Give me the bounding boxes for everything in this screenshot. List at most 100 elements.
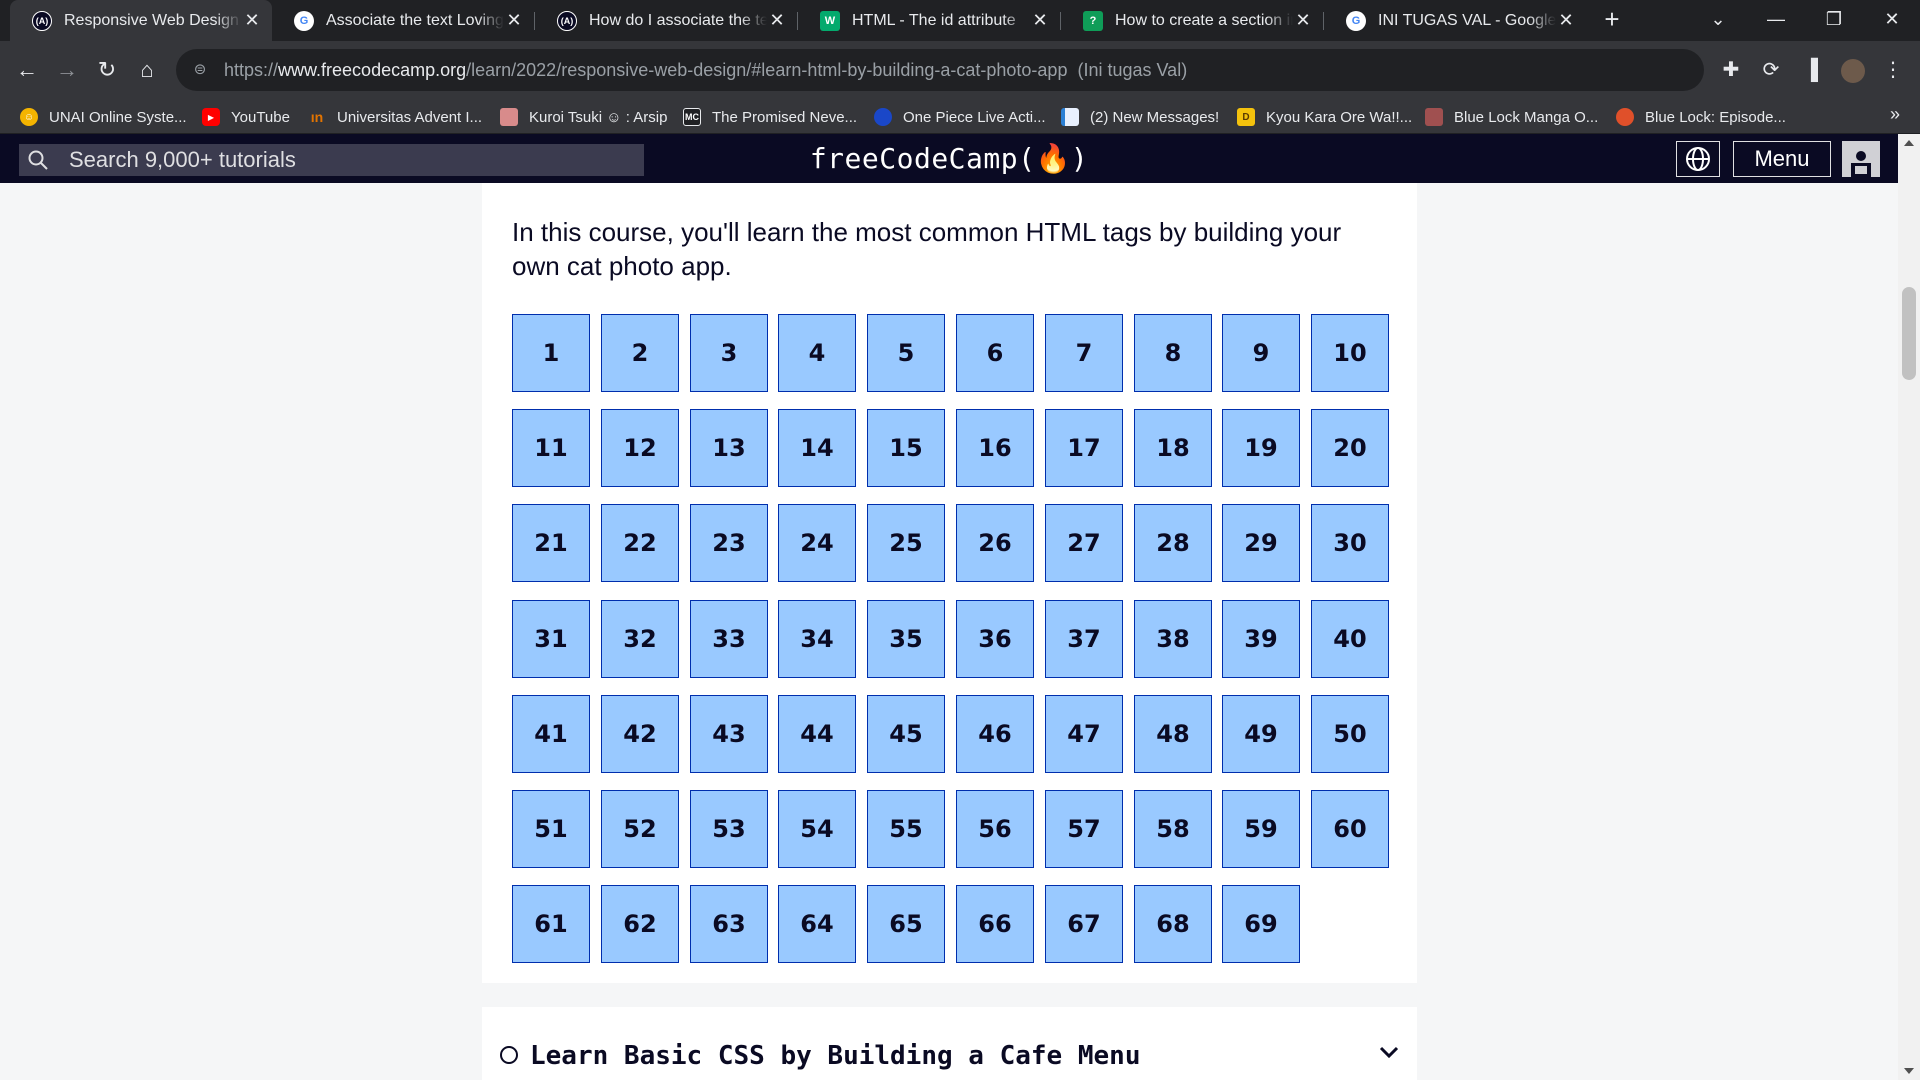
tab-google-search[interactable]: G INI TUGAS VAL - Google Search ✕ bbox=[1324, 0, 1586, 41]
close-icon[interactable]: ✕ bbox=[504, 10, 524, 31]
step-45-button[interactable]: 45 bbox=[867, 695, 945, 773]
step-29-button[interactable]: 29 bbox=[1222, 504, 1300, 582]
close-window-button[interactable]: ✕ bbox=[1864, 0, 1920, 41]
step-17-button[interactable]: 17 bbox=[1045, 409, 1123, 487]
side-panel-icon[interactable]: ▐ bbox=[1794, 53, 1828, 87]
step-46-button[interactable]: 46 bbox=[956, 695, 1034, 773]
scroll-down-icon[interactable] bbox=[1904, 1068, 1914, 1074]
step-68-button[interactable]: 68 bbox=[1134, 885, 1212, 963]
step-16-button[interactable]: 16 bbox=[956, 409, 1034, 487]
step-23-button[interactable]: 23 bbox=[690, 504, 768, 582]
close-icon[interactable]: ✕ bbox=[1556, 10, 1576, 31]
step-48-button[interactable]: 48 bbox=[1134, 695, 1212, 773]
step-32-button[interactable]: 32 bbox=[601, 600, 679, 678]
step-64-button[interactable]: 64 bbox=[778, 885, 856, 963]
close-icon[interactable]: ✕ bbox=[767, 10, 787, 31]
bookmark-unai[interactable]: ☺ UNAI Online Syste... bbox=[20, 105, 187, 129]
tab-search-button[interactable]: ⌄ bbox=[1690, 0, 1746, 41]
step-1-button[interactable]: 1 bbox=[512, 314, 590, 392]
more-menu-icon[interactable]: ⋮ bbox=[1876, 53, 1910, 87]
step-38-button[interactable]: 38 bbox=[1134, 600, 1212, 678]
restore-button[interactable]: ❐ bbox=[1806, 0, 1862, 41]
language-button[interactable] bbox=[1676, 141, 1720, 177]
step-8-button[interactable]: 8 bbox=[1134, 314, 1212, 392]
new-tab-button[interactable]: + bbox=[1597, 4, 1627, 34]
step-47-button[interactable]: 47 bbox=[1045, 695, 1123, 773]
step-12-button[interactable]: 12 bbox=[601, 409, 679, 487]
step-59-button[interactable]: 59 bbox=[1222, 790, 1300, 868]
step-28-button[interactable]: 28 bbox=[1134, 504, 1212, 582]
step-18-button[interactable]: 18 bbox=[1134, 409, 1212, 487]
step-36-button[interactable]: 36 bbox=[956, 600, 1034, 678]
bookmark-blue-lock-manga[interactable]: Blue Lock Manga O... bbox=[1425, 105, 1598, 129]
close-icon[interactable]: ✕ bbox=[1293, 10, 1313, 31]
step-14-button[interactable]: 14 bbox=[778, 409, 856, 487]
step-41-button[interactable]: 41 bbox=[512, 695, 590, 773]
step-19-button[interactable]: 19 bbox=[1222, 409, 1300, 487]
step-10-button[interactable]: 10 bbox=[1311, 314, 1389, 392]
step-60-button[interactable]: 60 bbox=[1311, 790, 1389, 868]
extensions-icon[interactable]: ✚ bbox=[1714, 53, 1748, 87]
bookmark-one-piece[interactable]: One Piece Live Acti... bbox=[874, 105, 1046, 129]
bookmark-universitas-advent[interactable]: ın Universitas Advent I... bbox=[308, 105, 482, 129]
chevron-down-icon[interactable] bbox=[1378, 1041, 1400, 1063]
step-11-button[interactable]: 11 bbox=[512, 409, 590, 487]
step-24-button[interactable]: 24 bbox=[778, 504, 856, 582]
fcc-logo-text[interactable]: freeCodeCamp bbox=[810, 142, 1018, 175]
tab-create-section[interactable]: ? How to create a section in ✕ bbox=[1061, 0, 1323, 41]
address-bar[interactable]: ⊜ https://www.freecodecamp.org/learn/202… bbox=[176, 49, 1704, 91]
step-42-button[interactable]: 42 bbox=[601, 695, 679, 773]
next-course-block[interactable]: Learn Basic CSS by Building a Cafe Menu bbox=[482, 1007, 1417, 1080]
tab-associate-text[interactable]: G Associate the text Loving with ✕ bbox=[272, 0, 534, 41]
home-button[interactable]: ⌂ bbox=[130, 53, 164, 87]
back-button[interactable]: ← bbox=[10, 53, 44, 87]
step-35-button[interactable]: 35 bbox=[867, 600, 945, 678]
step-20-button[interactable]: 20 bbox=[1311, 409, 1389, 487]
step-37-button[interactable]: 37 bbox=[1045, 600, 1123, 678]
step-61-button[interactable]: 61 bbox=[512, 885, 590, 963]
tab-html-id-attribute[interactable]: W HTML - The id attribute ✕ bbox=[798, 0, 1060, 41]
forward-button[interactable]: → bbox=[50, 53, 84, 87]
bookmark-kuroi-tsuki[interactable]: Kuroi Tsuki ☺ : Arsip bbox=[500, 105, 667, 129]
step-67-button[interactable]: 67 bbox=[1045, 885, 1123, 963]
bookmark-promised-neverland[interactable]: MC The Promised Neve... bbox=[683, 105, 857, 129]
step-66-button[interactable]: 66 bbox=[956, 885, 1034, 963]
step-15-button[interactable]: 15 bbox=[867, 409, 945, 487]
step-7-button[interactable]: 7 bbox=[1045, 314, 1123, 392]
step-5-button[interactable]: 5 bbox=[867, 314, 945, 392]
performance-icon[interactable]: ⟳ bbox=[1754, 53, 1788, 87]
step-13-button[interactable]: 13 bbox=[690, 409, 768, 487]
step-3-button[interactable]: 3 bbox=[690, 314, 768, 392]
step-55-button[interactable]: 55 bbox=[867, 790, 945, 868]
bookmark-kyou-kara[interactable]: D Kyou Kara Ore Wa!!... bbox=[1237, 105, 1412, 129]
bookmark-youtube[interactable]: ▶ YouTube bbox=[202, 105, 290, 129]
tab-responsive-web-design[interactable]: (A) Responsive Web Design Certification … bbox=[10, 0, 272, 41]
close-icon[interactable]: ✕ bbox=[1030, 10, 1050, 31]
search-input[interactable] bbox=[69, 147, 629, 173]
step-43-button[interactable]: 43 bbox=[690, 695, 768, 773]
step-69-button[interactable]: 69 bbox=[1222, 885, 1300, 963]
step-34-button[interactable]: 34 bbox=[778, 600, 856, 678]
menu-button[interactable]: Menu bbox=[1733, 141, 1831, 177]
step-56-button[interactable]: 56 bbox=[956, 790, 1034, 868]
page-scrollbar[interactable] bbox=[1898, 134, 1920, 1080]
step-31-button[interactable]: 31 bbox=[512, 600, 590, 678]
step-21-button[interactable]: 21 bbox=[512, 504, 590, 582]
close-icon[interactable]: ✕ bbox=[242, 10, 262, 31]
bookmark-blue-lock-episode[interactable]: Blue Lock: Episode... bbox=[1616, 105, 1786, 129]
search-bar[interactable] bbox=[19, 144, 644, 176]
step-53-button[interactable]: 53 bbox=[690, 790, 768, 868]
step-9-button[interactable]: 9 bbox=[1222, 314, 1300, 392]
step-49-button[interactable]: 49 bbox=[1222, 695, 1300, 773]
tab-how-do-i-associate[interactable]: (A) How do I associate the text ✕ bbox=[535, 0, 797, 41]
step-33-button[interactable]: 33 bbox=[690, 600, 768, 678]
step-25-button[interactable]: 25 bbox=[867, 504, 945, 582]
step-2-button[interactable]: 2 bbox=[601, 314, 679, 392]
scrollbar-thumb[interactable] bbox=[1902, 287, 1916, 380]
step-65-button[interactable]: 65 bbox=[867, 885, 945, 963]
step-57-button[interactable]: 57 bbox=[1045, 790, 1123, 868]
step-50-button[interactable]: 50 bbox=[1311, 695, 1389, 773]
site-info-icon[interactable]: ⊜ bbox=[190, 60, 210, 80]
step-62-button[interactable]: 62 bbox=[601, 885, 679, 963]
step-30-button[interactable]: 30 bbox=[1311, 504, 1389, 582]
